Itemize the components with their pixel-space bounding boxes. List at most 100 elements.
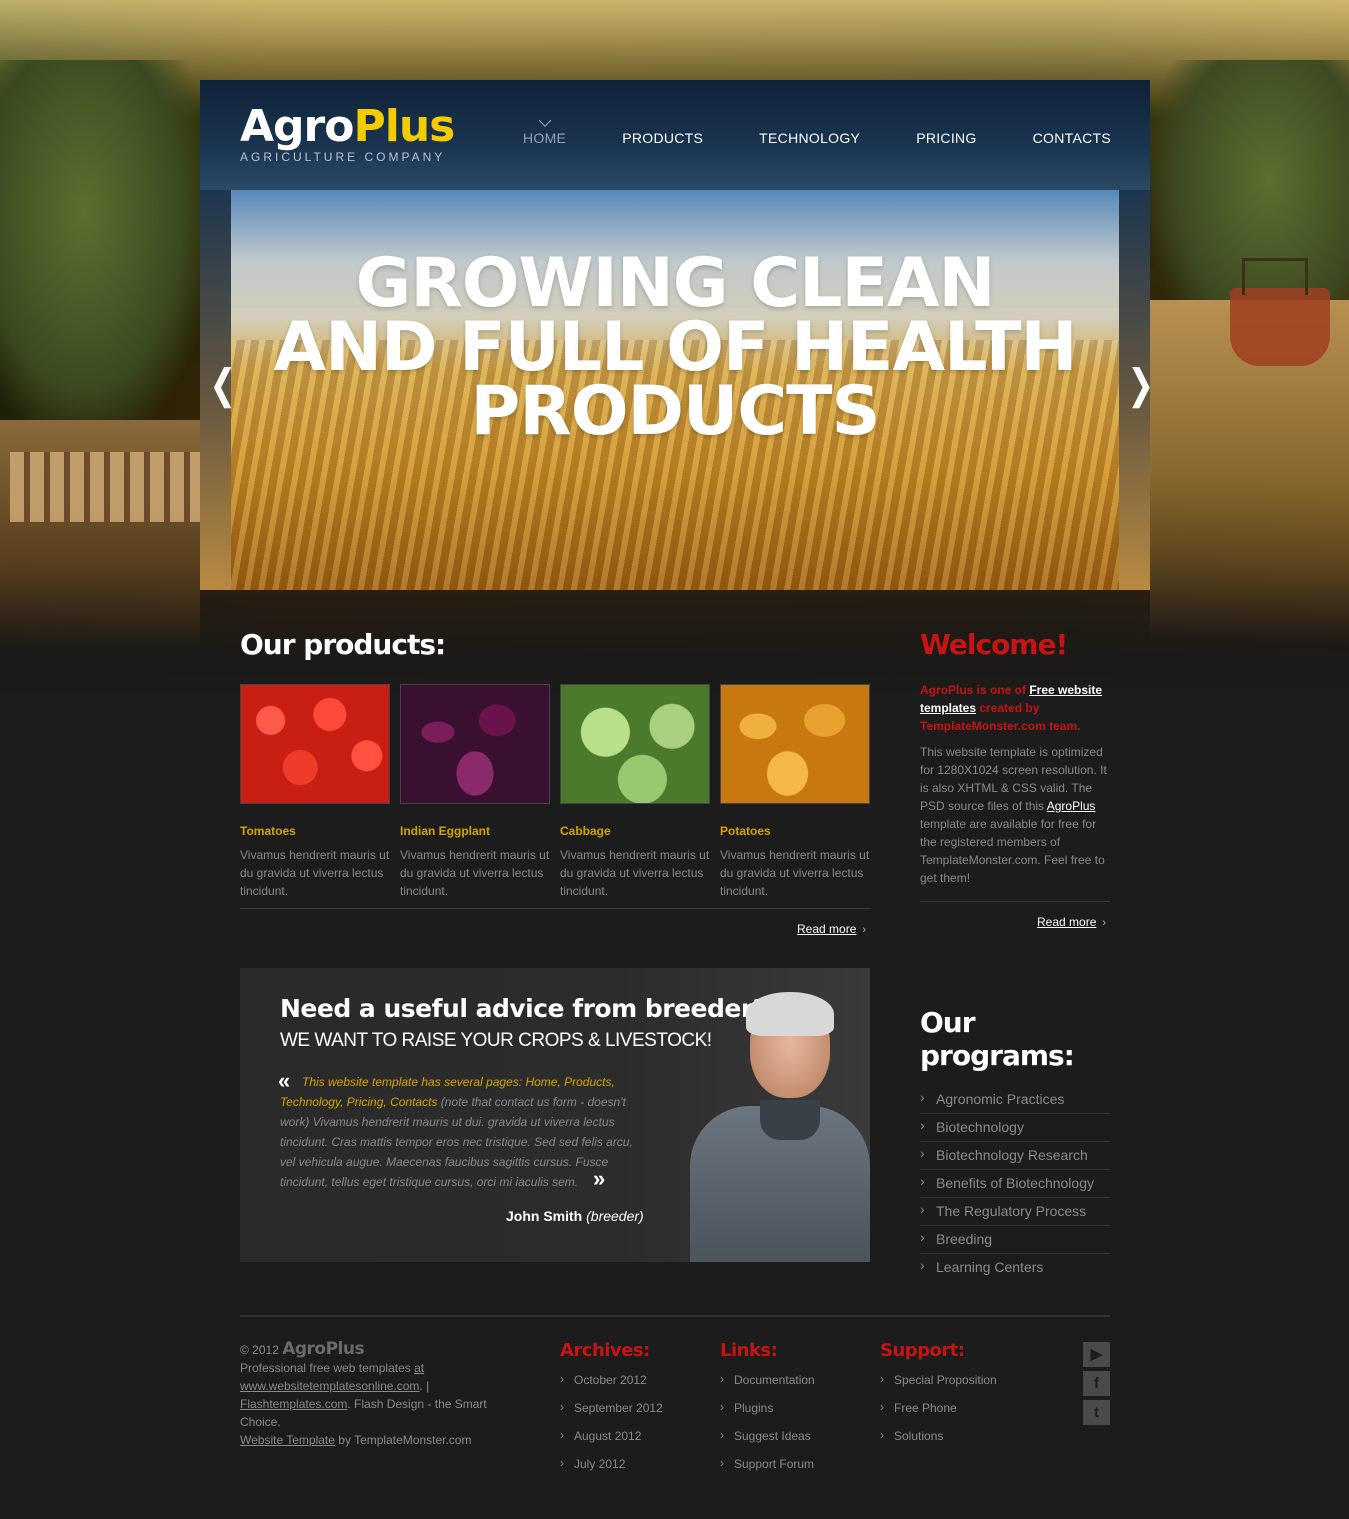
twitter-icon[interactable]: t bbox=[1083, 1400, 1110, 1425]
youtube-icon[interactable]: ▶ bbox=[1083, 1342, 1110, 1367]
product-card: Potatoes Vivamus hendrerit mauris ut du … bbox=[720, 684, 870, 900]
product-image-tomatoes[interactable] bbox=[240, 684, 390, 804]
main-nav: HOME PRODUCTS TECHNOLOGY PRICING CONTACT… bbox=[523, 130, 1167, 146]
products-divider bbox=[240, 908, 870, 909]
welcome-lead-text: AgroPlus is one of bbox=[920, 683, 1030, 697]
footer-brand: AgroPlus bbox=[282, 1339, 365, 1359]
read-more-link[interactable]: Read more bbox=[1037, 915, 1096, 929]
background-tractor bbox=[1230, 258, 1330, 366]
product-card: Indian Eggplant Vivamus hendrerit mauris… bbox=[400, 684, 550, 900]
slide-title: GROWING CLEAN AND FULL OF HEALTH PRODUCT… bbox=[200, 244, 1150, 451]
welcome-divider bbox=[920, 901, 1110, 902]
program-item[interactable]: Breeding bbox=[920, 1226, 1110, 1254]
header: AgroPlus AGRICULTURE COMPANY HOME PRODUC… bbox=[200, 80, 1150, 190]
slide-line-2: AND FULL OF HEALTH bbox=[273, 308, 1078, 387]
support-link[interactable]: Solutions bbox=[880, 1428, 1030, 1457]
footer-copyright: © 2012 AgroPlus Professional free web te… bbox=[240, 1340, 510, 1449]
welcome-body-suffix: template are available for free for the … bbox=[920, 817, 1105, 885]
product-card: Tomatoes Vivamus hendrerit mauris ut du … bbox=[240, 684, 390, 900]
product-card: Cabbage Vivamus hendrerit mauris ut du g… bbox=[560, 684, 710, 900]
product-name[interactable]: Indian Eggplant bbox=[400, 824, 550, 838]
product-desc: Vivamus hendrerit mauris ut du gravida u… bbox=[720, 848, 870, 898]
program-item[interactable]: Agronomic Practices bbox=[920, 1086, 1110, 1114]
program-item[interactable]: The Regulatory Process bbox=[920, 1198, 1110, 1226]
products-heading: Our products: bbox=[240, 628, 446, 661]
program-item[interactable]: Learning Centers bbox=[920, 1254, 1110, 1281]
copyright-year: © 2012 bbox=[240, 1343, 279, 1357]
read-more-link[interactable]: Read more bbox=[797, 922, 856, 936]
links-heading: Links: bbox=[720, 1340, 778, 1361]
program-item[interactable]: Biotechnology bbox=[920, 1114, 1110, 1142]
product-name[interactable]: Tomatoes bbox=[240, 824, 390, 838]
advice-subheading: WE WANT TO RAISE YOUR CROPS & LIVESTOCK! bbox=[280, 1030, 712, 1051]
footer-link[interactable]: Plugins bbox=[720, 1400, 870, 1429]
quote-close-icon: » bbox=[593, 1166, 606, 1191]
nav-home[interactable]: HOME bbox=[523, 130, 566, 146]
product-desc: Vivamus hendrerit mauris ut du gravida u… bbox=[560, 848, 710, 898]
product-image-eggplant[interactable] bbox=[400, 684, 550, 804]
slide-line-1: GROWING CLEAN bbox=[355, 244, 996, 323]
welcome-read-more[interactable]: Read more › bbox=[1037, 913, 1106, 931]
logo-plus: Plus bbox=[353, 101, 455, 152]
support-link[interactable]: Free Phone bbox=[880, 1400, 1030, 1429]
program-item[interactable]: Biotechnology Research bbox=[920, 1142, 1110, 1170]
support-column: Support: Special Proposition Free Phone … bbox=[880, 1340, 1030, 1457]
nav-contacts[interactable]: CONTACTS bbox=[1033, 130, 1111, 146]
author-role: (breeder) bbox=[586, 1208, 644, 1224]
product-image-cabbage[interactable] bbox=[560, 684, 710, 804]
support-heading: Support: bbox=[880, 1340, 965, 1361]
programs-list: Agronomic Practices Biotechnology Biotec… bbox=[920, 1086, 1110, 1281]
background-trees-left bbox=[0, 60, 210, 440]
hero-slider: GROWING CLEAN AND FULL OF HEALTH PRODUCT… bbox=[200, 190, 1150, 590]
product-desc: Vivamus hendrerit mauris ut du gravida u… bbox=[400, 848, 550, 898]
products-read-more[interactable]: Read more › bbox=[797, 920, 866, 938]
chevron-right-icon: › bbox=[862, 924, 867, 936]
footer-text: Professional free web templates bbox=[240, 1361, 415, 1375]
nav-pricing[interactable]: PRICING bbox=[916, 130, 976, 146]
archives-column: Archives: October 2012 September 2012 Au… bbox=[560, 1340, 710, 1485]
product-desc: Vivamus hendrerit mauris ut du gravida u… bbox=[240, 848, 390, 898]
logo[interactable]: AgroPlus AGRICULTURE COMPANY bbox=[240, 101, 455, 165]
agroplus-link[interactable]: AgroPlus bbox=[1047, 799, 1096, 813]
quote-body: (note that contact us form - doesn't wor… bbox=[280, 1095, 633, 1189]
support-link[interactable]: Special Proposition bbox=[880, 1372, 1030, 1401]
welcome-body: This website template is optimized for 1… bbox=[920, 743, 1110, 887]
social-links: ▶ f t bbox=[1083, 1342, 1110, 1429]
footer-link[interactable]: Suggest Ideas bbox=[720, 1428, 870, 1457]
archive-link[interactable]: September 2012 bbox=[560, 1400, 710, 1429]
program-item[interactable]: Benefits of Biotechnology bbox=[920, 1170, 1110, 1198]
slide-line-3: PRODUCTS bbox=[470, 372, 881, 451]
breeder-photo bbox=[680, 988, 870, 1262]
archive-link[interactable]: October 2012 bbox=[560, 1372, 710, 1401]
product-name[interactable]: Potatoes bbox=[720, 824, 870, 838]
quote-author: John Smith (breeder) bbox=[506, 1208, 644, 1224]
footer-sep: . | bbox=[419, 1379, 430, 1393]
website-template-link[interactable]: Website Template bbox=[240, 1433, 335, 1447]
advice-quote: This website template has several pages:… bbox=[280, 1072, 645, 1192]
slider-next-icon[interactable]: ❭ bbox=[1124, 365, 1150, 405]
footer-link[interactable]: Support Forum bbox=[720, 1456, 870, 1485]
welcome-heading: Welcome! bbox=[920, 628, 1068, 661]
background-trailer bbox=[10, 452, 200, 522]
footer-divider bbox=[240, 1315, 1110, 1317]
flashtemplates-link[interactable]: Flashtemplates.com bbox=[240, 1397, 347, 1411]
archives-heading: Archives: bbox=[560, 1340, 650, 1361]
author-name: John Smith bbox=[506, 1208, 583, 1224]
links-column: Links: Documentation Plugins Suggest Ide… bbox=[720, 1340, 870, 1485]
logo-agro: Agro bbox=[240, 101, 354, 152]
footer-link[interactable]: Documentation bbox=[720, 1372, 870, 1401]
slider-prev-icon[interactable]: ❬ bbox=[206, 365, 240, 405]
programs-section: Our programs: Agronomic Practices Biotec… bbox=[920, 1006, 1110, 1281]
welcome-section: Welcome! AgroPlus is one of Free website… bbox=[920, 628, 1110, 887]
nav-technology[interactable]: TECHNOLOGY bbox=[759, 130, 860, 146]
logo-tagline: AGRICULTURE COMPANY bbox=[240, 150, 446, 164]
nav-products[interactable]: PRODUCTS bbox=[622, 130, 703, 146]
archive-link[interactable]: August 2012 bbox=[560, 1428, 710, 1457]
product-name[interactable]: Cabbage bbox=[560, 824, 710, 838]
product-image-potatoes[interactable] bbox=[720, 684, 870, 804]
advice-banner: Need a useful advice from breeder? WE WA… bbox=[240, 968, 870, 1262]
programs-heading: Our programs: bbox=[920, 1006, 1075, 1072]
chevron-right-icon: › bbox=[1102, 917, 1107, 929]
archive-link[interactable]: July 2012 bbox=[560, 1456, 710, 1485]
facebook-icon[interactable]: f bbox=[1083, 1371, 1110, 1396]
